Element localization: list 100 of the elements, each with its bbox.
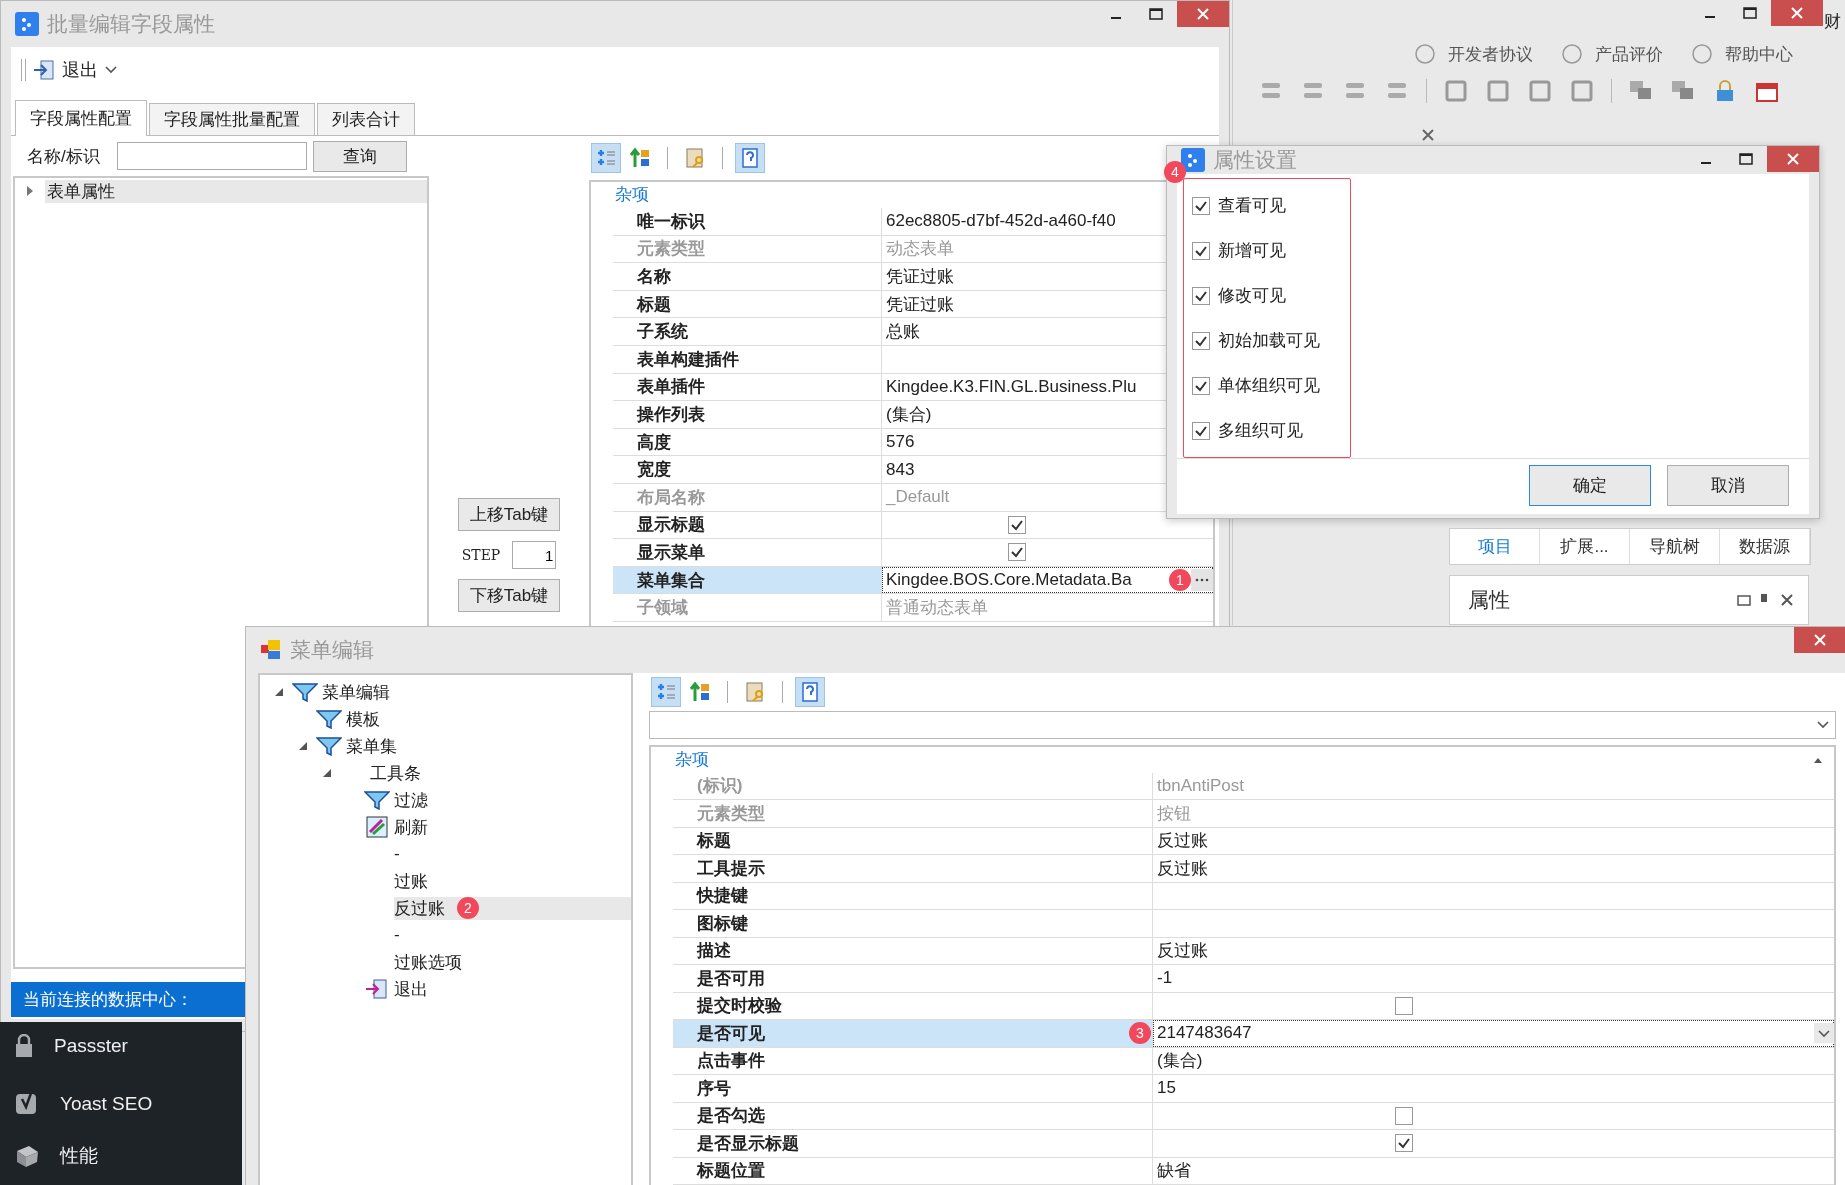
property-name[interactable]: 是否勾选 xyxy=(673,1102,1153,1129)
property-name[interactable]: 显示菜单 xyxy=(613,539,882,566)
checkbox[interactable] xyxy=(1395,1106,1413,1125)
panel-tab[interactable]: 项目 xyxy=(1450,529,1540,564)
property-name[interactable]: 序号 xyxy=(673,1075,1153,1102)
help-link[interactable]: 产品评价 xyxy=(1561,42,1663,66)
panel-tab[interactable]: 扩展... xyxy=(1540,529,1630,564)
ok-button[interactable]: 确定 xyxy=(1529,465,1651,506)
sort-icon xyxy=(689,680,711,703)
checkbox[interactable] xyxy=(1192,421,1210,440)
help-button[interactable] xyxy=(795,676,825,707)
tree-item[interactable]: 刷新 xyxy=(394,815,428,839)
property-name[interactable]: 显示标题 xyxy=(613,511,882,539)
property-name[interactable]: 名称 xyxy=(613,263,882,290)
panel-tab[interactable]: 数据源 xyxy=(1720,529,1810,564)
checkbox[interactable] xyxy=(1192,196,1210,215)
dropdown-icon[interactable] xyxy=(1814,1023,1834,1044)
close-button[interactable] xyxy=(1794,627,1845,653)
property-name[interactable]: 工具提示 xyxy=(673,855,1153,882)
property-name[interactable]: 是否可用 xyxy=(673,965,1153,992)
category-label: 杂项 xyxy=(614,184,649,206)
tree-item[interactable]: 模板 xyxy=(346,707,380,731)
property-name[interactable]: 快捷键 xyxy=(673,882,1153,909)
tab[interactable]: 字段属性配置 xyxy=(15,100,147,136)
step-label: STEP xyxy=(461,547,501,563)
help-button[interactable] xyxy=(735,143,765,173)
move-down-button[interactable]: 下移Tab键 xyxy=(458,579,560,612)
property-name[interactable]: 提交时校验 xyxy=(673,992,1153,1019)
checkbox[interactable] xyxy=(1395,996,1413,1015)
tree-item[interactable]: 工具条 xyxy=(370,761,421,785)
query-button[interactable]: 查询 xyxy=(313,140,407,172)
sort-icon xyxy=(629,147,651,169)
layout-icon[interactable] xyxy=(1485,79,1511,103)
tree-item[interactable]: 表单属性 xyxy=(45,179,427,203)
property-name[interactable]: 点击事件 xyxy=(673,1047,1153,1074)
property-name[interactable]: 表单构建插件 xyxy=(613,345,882,373)
tree-item[interactable]: 反过账 xyxy=(394,896,445,920)
property-name[interactable]: 操作列表 xyxy=(613,401,882,428)
expander-icon[interactable] xyxy=(274,687,284,698)
property-name[interactable]: 标题位置 xyxy=(673,1157,1153,1184)
property-name[interactable]: 菜单集合 xyxy=(613,566,882,594)
help-link[interactable]: 开发者协议 xyxy=(1414,42,1533,66)
menu-item[interactable]: Passster xyxy=(54,1035,128,1057)
close-button[interactable] xyxy=(1771,0,1823,26)
checkbox[interactable] xyxy=(1192,241,1210,260)
caret-icon[interactable] xyxy=(104,65,118,75)
tree-item[interactable]: 过滤 xyxy=(394,788,428,812)
checkbox-label: 查看可见 xyxy=(1218,195,1286,217)
close-icon[interactable] xyxy=(1421,128,1435,142)
tree-item[interactable]: - xyxy=(394,844,400,865)
layout-icon[interactable] xyxy=(1443,79,1469,103)
close-button[interactable] xyxy=(1177,1,1229,27)
expander-icon[interactable] xyxy=(322,768,332,779)
step-field[interactable]: 1 xyxy=(512,541,557,569)
checkbox[interactable] xyxy=(1008,543,1026,562)
exit-button[interactable]: 退出 xyxy=(32,58,98,82)
window-title: 菜单编辑 xyxy=(290,637,374,663)
checkbox[interactable] xyxy=(1192,331,1210,350)
property-name[interactable]: 宽度 xyxy=(613,456,882,483)
close-button[interactable] xyxy=(1767,146,1819,172)
property-name[interactable]: 标题 xyxy=(673,827,1153,854)
layout-icon[interactable] xyxy=(1527,79,1553,103)
menu-item[interactable]: 性能 xyxy=(60,1143,98,1169)
page-key-icon xyxy=(744,680,766,703)
menu-item[interactable]: Yoast SEO xyxy=(60,1093,153,1115)
property-value: _Default xyxy=(886,487,950,508)
search-field[interactable] xyxy=(117,142,307,170)
property-name[interactable]: 是否显示标题 xyxy=(673,1130,1153,1157)
tree-item[interactable]: 过账 xyxy=(394,869,428,893)
expander-icon[interactable] xyxy=(298,741,308,752)
tree-item[interactable]: - xyxy=(394,925,400,946)
ellipsis-button[interactable] xyxy=(1191,569,1213,591)
property-name[interactable]: 表单插件 xyxy=(613,373,882,401)
panel-tab[interactable]: 导航树 xyxy=(1630,529,1720,564)
property-name[interactable]: 描述 xyxy=(673,937,1153,964)
property-name[interactable]: 标题 xyxy=(613,290,882,318)
help-link[interactable]: 帮助中心 xyxy=(1691,42,1793,66)
cancel-button[interactable]: 取消 xyxy=(1667,465,1789,506)
checkbox-label: 新增可见 xyxy=(1218,240,1286,262)
layout-icon[interactable] xyxy=(1569,79,1595,103)
categorized-button[interactable] xyxy=(651,676,681,707)
tree-item[interactable]: 菜单编辑 xyxy=(322,680,390,704)
maximize-icon xyxy=(1743,7,1757,19)
tab[interactable]: 列表合计 xyxy=(317,103,415,135)
property-name[interactable]: 图标键 xyxy=(673,910,1153,937)
checkbox[interactable] xyxy=(1395,1134,1413,1153)
categorized-button[interactable] xyxy=(591,143,621,173)
tree-item[interactable]: 过账选项 xyxy=(394,950,462,974)
panel-controls-icon[interactable] xyxy=(1736,593,1796,607)
tab[interactable]: 字段属性批量配置 xyxy=(149,103,315,135)
step-badge: 1 xyxy=(1169,569,1191,591)
property-name[interactable]: 唯一标识 xyxy=(613,208,882,235)
tree-item[interactable]: 菜单集 xyxy=(346,734,397,758)
checkbox[interactable] xyxy=(1192,376,1210,395)
property-name[interactable]: 子系统 xyxy=(613,318,882,345)
move-up-button[interactable]: 上移Tab键 xyxy=(458,498,560,531)
expander-icon[interactable] xyxy=(25,185,35,197)
property-name[interactable]: 高度 xyxy=(613,428,882,456)
checkbox[interactable] xyxy=(1008,515,1026,534)
checkbox[interactable] xyxy=(1192,286,1210,305)
